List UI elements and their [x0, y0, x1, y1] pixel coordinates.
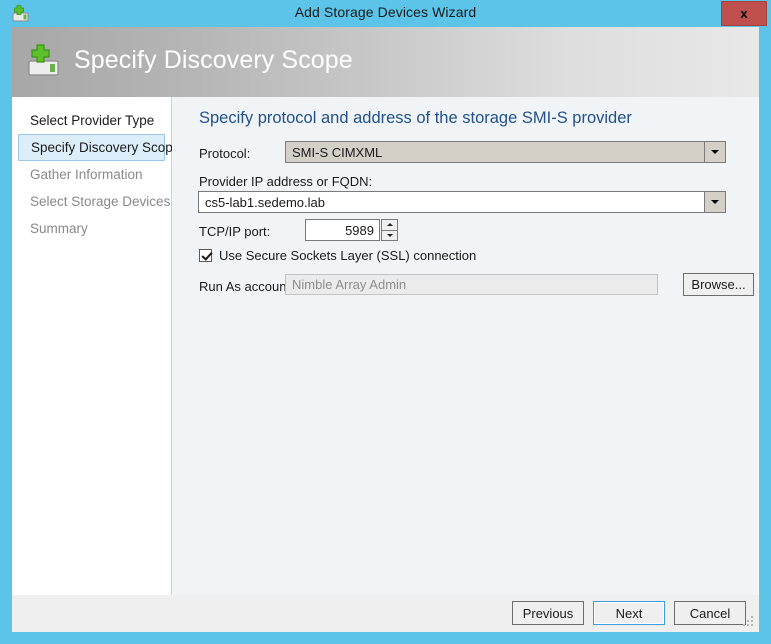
storage-add-icon — [25, 42, 65, 82]
run-as-account-label: Run As account: — [199, 279, 294, 294]
cancel-button[interactable]: Cancel — [674, 601, 746, 625]
tcp-port-spin-buttons[interactable] — [381, 219, 398, 241]
storage-add-icon — [11, 4, 31, 24]
run-as-account-field: Nimble Array Admin — [285, 274, 658, 295]
wizard-content-pane: Specify protocol and address of the stor… — [172, 97, 758, 595]
resize-grip[interactable] — [742, 616, 756, 630]
protocol-select[interactable]: SMI-S CIMXML — [285, 141, 726, 163]
window-title: Add Storage Devices Wizard — [294, 4, 477, 20]
wizard-steps-sidebar: Select Provider Type Specify Discovery S… — [12, 97, 180, 595]
tcp-port-input[interactable] — [305, 219, 380, 241]
chevron-down-icon[interactable] — [381, 229, 398, 241]
chevron-up-icon[interactable] — [381, 219, 398, 230]
ssl-checkbox-row[interactable]: Use Secure Sockets Layer (SSL) connectio… — [199, 248, 476, 263]
provider-address-value: cs5-lab1.sedemo.lab — [205, 194, 325, 210]
sidebar-item-select-provider-type[interactable]: Select Provider Type — [18, 107, 165, 134]
wizard-window: Add Storage Devices Wizard x Specify Dis… — [0, 0, 771, 644]
wizard-body: Select Provider Type Specify Discovery S… — [12, 97, 759, 595]
chevron-down-icon[interactable] — [704, 192, 725, 212]
tcp-port-stepper[interactable] — [305, 219, 398, 241]
sidebar-item-summary: Summary — [30, 221, 88, 236]
provider-address-label: Provider IP address or FQDN: — [199, 174, 373, 189]
wizard-header: Specify Discovery Scope — [12, 27, 759, 97]
sidebar-item-gather-information: Gather Information — [30, 167, 143, 182]
chevron-down-icon[interactable] — [704, 142, 725, 162]
wizard-footer: Previous Next Cancel — [12, 595, 759, 632]
tcp-port-label: TCP/IP port: — [199, 224, 271, 239]
browse-button[interactable]: Browse... — [683, 273, 754, 296]
ssl-checkbox[interactable] — [199, 249, 212, 262]
page-title: Specify Discovery Scope — [74, 46, 353, 74]
sidebar-item-select-storage-devices: Select Storage Devices — [30, 194, 171, 209]
next-button[interactable]: Next — [593, 601, 665, 625]
sidebar-item-specify-discovery-scope[interactable]: Specify Discovery Scope — [18, 134, 180, 161]
protocol-label: Protocol: — [199, 146, 251, 161]
title-bar: Add Storage Devices Wizard x — [0, 0, 771, 27]
provider-address-input[interactable]: cs5-lab1.sedemo.lab — [198, 191, 726, 213]
content-heading: Specify protocol and address of the stor… — [199, 109, 632, 127]
ssl-checkbox-label[interactable]: Use Secure Sockets Layer (SSL) connectio… — [219, 248, 476, 263]
close-button[interactable]: x — [721, 1, 767, 26]
previous-button[interactable]: Previous — [512, 601, 584, 625]
protocol-value: SMI-S CIMXML — [292, 144, 383, 160]
